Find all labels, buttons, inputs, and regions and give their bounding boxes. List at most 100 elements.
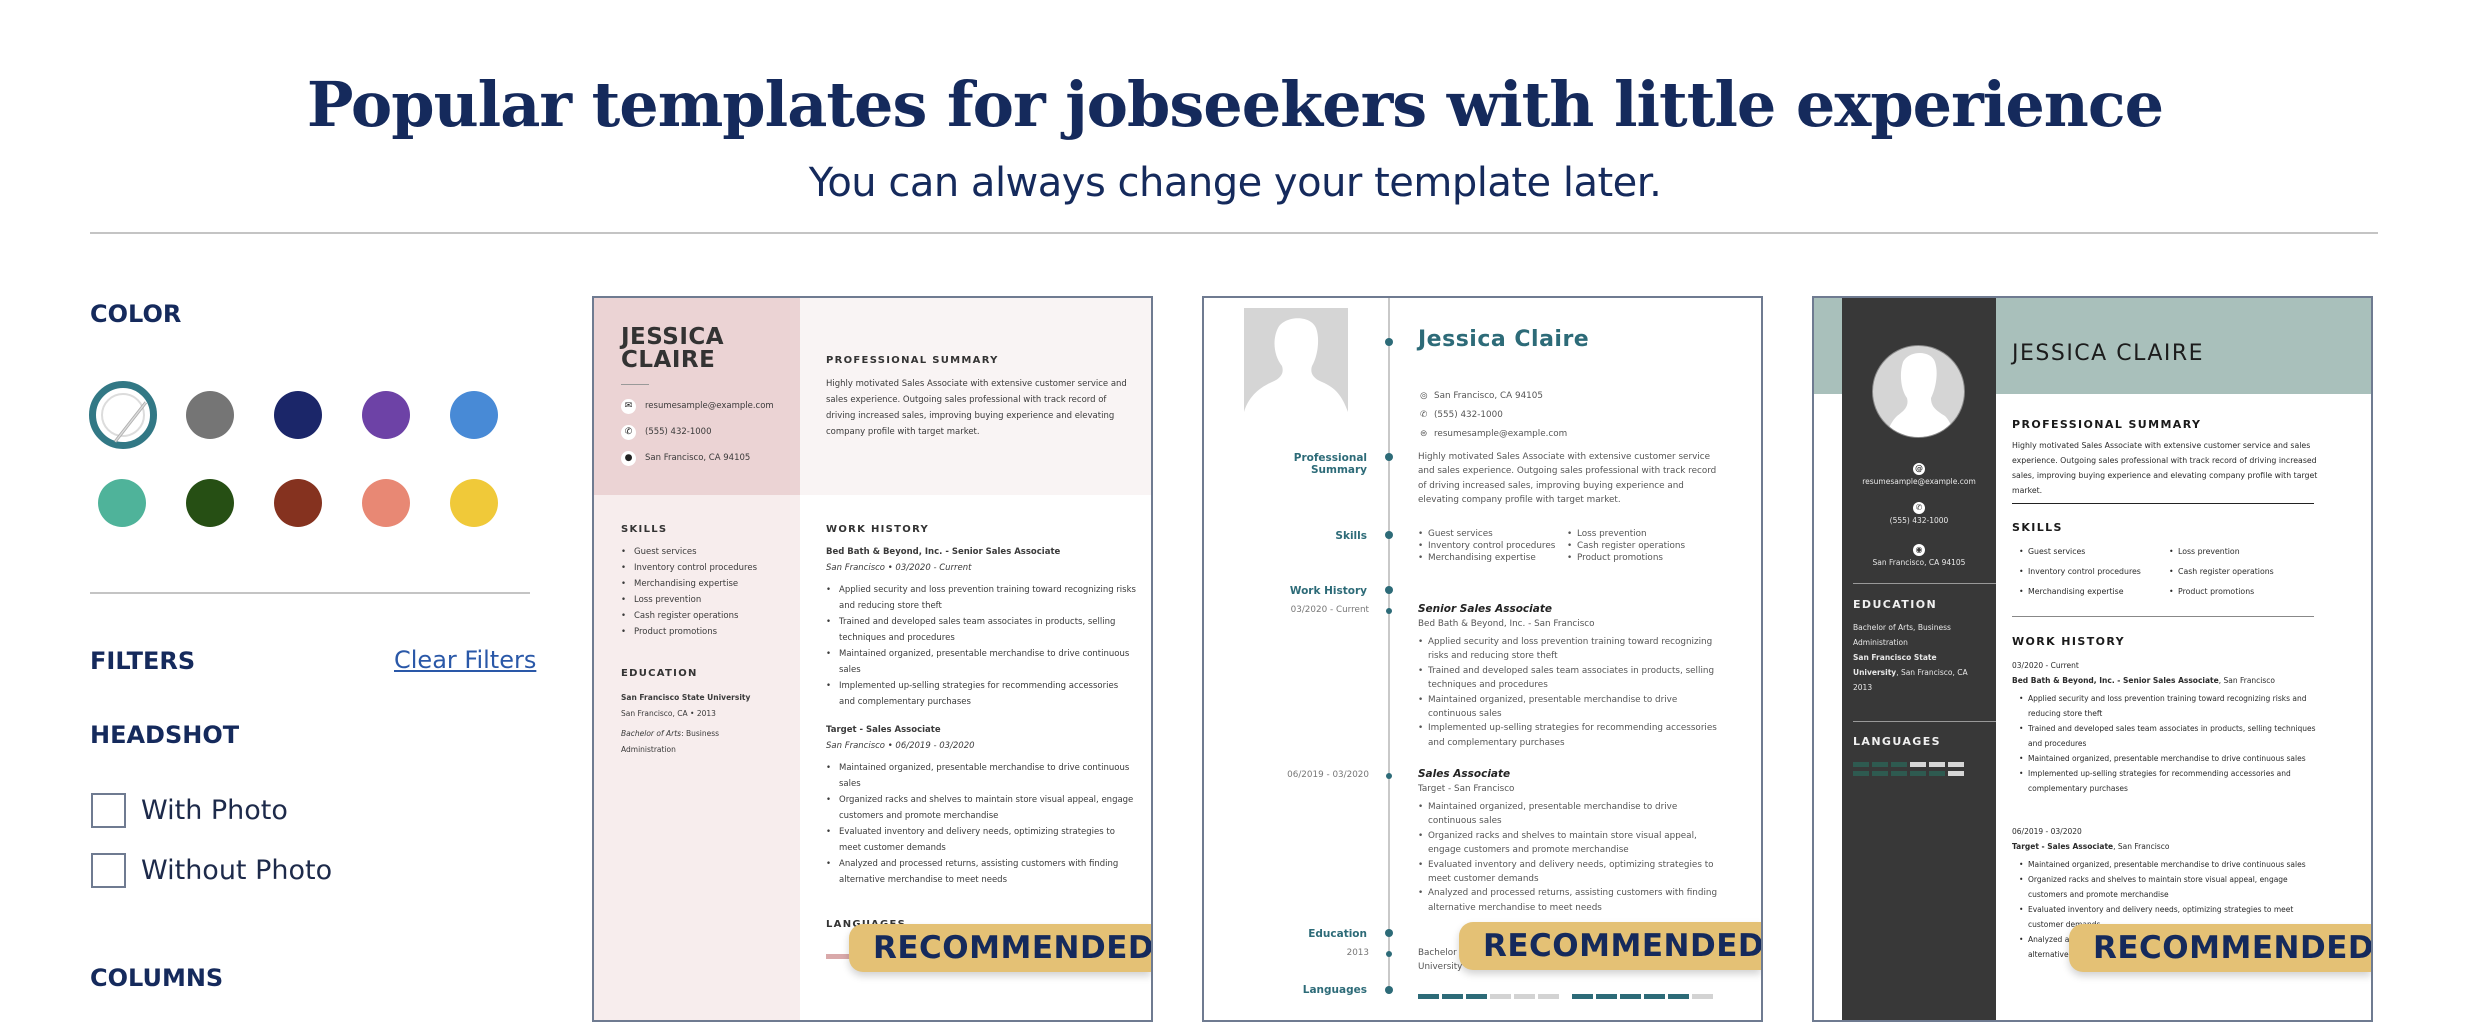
job-1-header: Bed Bath & Beyond, Inc. - Senior Sales A… bbox=[2012, 676, 2276, 685]
job-2-title: Sales Associate bbox=[1418, 768, 1511, 780]
skills-list-col-2: Loss prevention Cash register operations… bbox=[1567, 528, 1717, 564]
email-icon: ✉ bbox=[621, 399, 636, 414]
language-level-segment bbox=[1418, 994, 1439, 999]
resume-phone: (555) 432-1000 bbox=[1434, 410, 1503, 420]
sidebar-divider bbox=[90, 592, 530, 594]
headshot-placeholder-icon bbox=[1244, 308, 1348, 412]
skill-item: Product promotions bbox=[621, 624, 791, 640]
clear-filters-link[interactable]: Clear Filters bbox=[394, 646, 536, 674]
page-subtitle: You can always change your template late… bbox=[808, 160, 1662, 206]
education-degree: Bachelor of Arts: Business Administratio… bbox=[621, 729, 720, 754]
with-photo-checkbox[interactable] bbox=[91, 793, 126, 828]
job-2-header: Target - Sales Associate bbox=[826, 725, 941, 735]
section-divider bbox=[2012, 616, 2314, 617]
template-card-1[interactable]: JESSICA CLAIRE ✉ resumesample@example.co… bbox=[592, 296, 1153, 1022]
resume-email: resumesample@example.com bbox=[1862, 477, 1976, 486]
language-level-segment bbox=[1853, 771, 1869, 776]
name-divider bbox=[621, 384, 649, 385]
language-level-segment bbox=[1910, 762, 1926, 767]
template-card-3[interactable]: @ resumesample@example.com ✆ (555) 432-1… bbox=[1812, 296, 2373, 1022]
work-heading: WORK HISTORY bbox=[2012, 635, 2126, 648]
job-2-bullets: Maintained organized, presentable mercha… bbox=[1418, 800, 1718, 915]
without-photo-checkbox[interactable] bbox=[91, 853, 126, 888]
job-2-bullets: Maintained organized, presentable mercha… bbox=[826, 760, 1136, 888]
recommended-badge: RECOMMENDED bbox=[1459, 922, 1761, 970]
color-heading: COLOR bbox=[90, 300, 182, 328]
skills-heading: Skills bbox=[1335, 530, 1367, 542]
skill-item: Inventory control procedures bbox=[621, 560, 791, 576]
language-level-segment bbox=[1538, 994, 1559, 999]
skill-item: Merchandising expertise bbox=[621, 576, 791, 592]
summary-heading: Professional Summary bbox=[1293, 452, 1367, 476]
sidebar-divider bbox=[1853, 583, 1996, 584]
without-photo-label[interactable]: Without Photo bbox=[141, 855, 332, 886]
language-level-segment bbox=[1910, 771, 1926, 776]
language-level-segment bbox=[1891, 771, 1907, 776]
job-1-bullets: Applied security and loss prevention tra… bbox=[2012, 691, 2317, 796]
page-title: Popular templates for jobseekers with li… bbox=[306, 68, 2164, 141]
work-heading: WORK HISTORY bbox=[826, 524, 930, 535]
sidebar-divider bbox=[1853, 721, 1996, 722]
summary-heading: PROFESSIONAL SUMMARY bbox=[2012, 418, 2202, 431]
color-swatch-yellow[interactable] bbox=[450, 479, 498, 527]
header-divider bbox=[90, 232, 2378, 234]
languages-heading: Languages bbox=[1302, 984, 1367, 996]
job-1-bullets: Applied security and loss prevention tra… bbox=[826, 582, 1136, 710]
section-divider bbox=[2012, 503, 2314, 504]
work-heading: Work History bbox=[1289, 585, 1367, 597]
timeline-dot bbox=[1386, 773, 1392, 779]
template-card-2[interactable]: Jessica Claire ◎ San Francisco, CA 94105… bbox=[1202, 296, 1763, 1022]
color-swatch-dark-green[interactable] bbox=[186, 479, 234, 527]
education-heading: EDUCATION bbox=[621, 668, 698, 679]
color-swatch-brown[interactable] bbox=[274, 479, 322, 527]
resume-email: resumesample@example.com bbox=[645, 401, 774, 411]
color-swatch-blue[interactable] bbox=[450, 391, 498, 439]
resume-phone: (555) 432-1000 bbox=[1889, 516, 1949, 525]
color-swatch-teal[interactable] bbox=[98, 479, 146, 527]
with-photo-label[interactable]: With Photo bbox=[141, 795, 288, 826]
language-level-segment bbox=[1872, 762, 1888, 767]
headshot-placeholder-icon bbox=[1872, 345, 1965, 438]
color-swatch-gray[interactable] bbox=[186, 391, 234, 439]
job-2-dates: 06/2019 - 03/2020 bbox=[2012, 827, 2082, 836]
language-level-segment bbox=[1872, 771, 1888, 776]
job-1-header: Bed Bath & Beyond, Inc. - Senior Sales A… bbox=[826, 547, 1061, 557]
education-heading: EDUCATION bbox=[1853, 598, 1938, 611]
timeline-line bbox=[1388, 298, 1390, 994]
language-level-segment bbox=[1490, 994, 1511, 999]
color-swatch-none[interactable] bbox=[89, 381, 157, 449]
skills-heading: SKILLS bbox=[621, 524, 668, 535]
timeline-dot bbox=[1385, 531, 1393, 539]
language-level-segment bbox=[1644, 994, 1665, 999]
summary-heading: PROFESSIONAL SUMMARY bbox=[826, 355, 999, 366]
education-heading: Education bbox=[1308, 928, 1367, 940]
resume-location: San Francisco, CA 94105 bbox=[1872, 558, 1966, 567]
job-1-bullets: Applied security and loss prevention tra… bbox=[1418, 635, 1718, 750]
language-level-segment bbox=[1620, 994, 1641, 999]
skill-item: Loss prevention bbox=[621, 592, 791, 608]
job-2-company: Target - San Francisco bbox=[1418, 784, 1515, 794]
resume-location: San Francisco, CA 94105 bbox=[645, 453, 751, 463]
headshot-heading: HEADSHOT bbox=[90, 721, 240, 749]
language-level-segment bbox=[1929, 762, 1945, 767]
color-swatch-purple[interactable] bbox=[362, 391, 410, 439]
phone-icon: ✆ bbox=[1420, 410, 1428, 420]
no-color-icon bbox=[101, 393, 148, 443]
location-pin-icon: ● bbox=[621, 451, 636, 466]
job-1-dates: 03/2020 - Current bbox=[2012, 661, 2079, 670]
language-level-segment bbox=[1692, 994, 1713, 999]
color-swatch-salmon[interactable] bbox=[362, 479, 410, 527]
filters-heading: FILTERS bbox=[90, 647, 196, 675]
education-year: 2013 bbox=[1346, 948, 1369, 958]
first-name: JESSICA bbox=[621, 324, 725, 350]
language-level-segment bbox=[1514, 994, 1535, 999]
resume-name: JESSICA CLAIRE bbox=[621, 326, 724, 372]
timeline-dot bbox=[1386, 608, 1392, 614]
job-2-dates: 06/2019 - 03/2020 bbox=[1287, 770, 1369, 780]
skill-item: Guest services bbox=[621, 544, 791, 560]
email-icon: ⊜ bbox=[1420, 429, 1428, 439]
timeline-dot bbox=[1385, 338, 1393, 346]
skills-list-col-2: Loss prevention Cash register operations… bbox=[2162, 542, 2312, 602]
education-school: San Francisco State University, San Franc… bbox=[1853, 653, 1968, 692]
color-swatch-navy[interactable] bbox=[274, 391, 322, 439]
